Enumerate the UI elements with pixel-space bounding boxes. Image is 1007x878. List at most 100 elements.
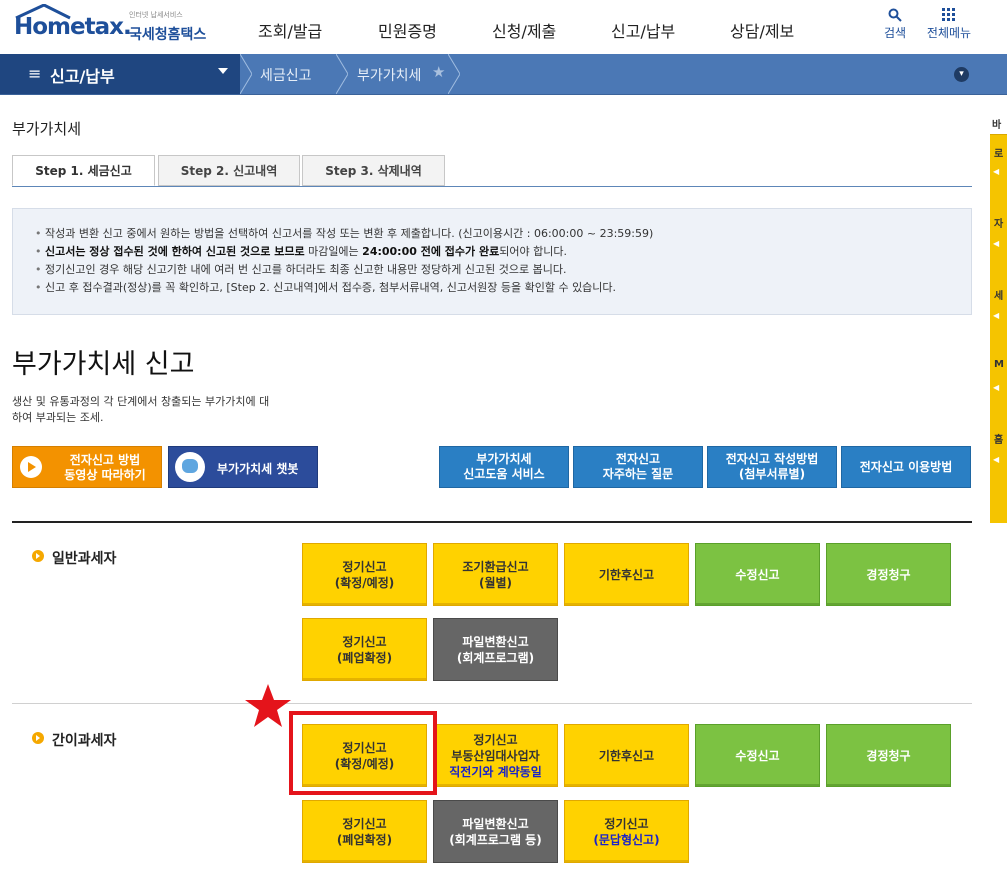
general-file-conversion-button[interactable]: 파일변환신고 (회계프로그램) <box>433 618 558 681</box>
tile-sublabel: 부동산임대사업자 <box>451 748 540 763</box>
tile-label: 정기신고 <box>342 559 387 574</box>
chevron-down-icon <box>218 68 228 74</box>
tile-label: 기한후신고 <box>598 748 655 763</box>
breadcrumb-separator-icon <box>336 54 348 94</box>
expand-icon[interactable]: ▾ <box>954 67 969 82</box>
notice-text: 되어야 합니다. <box>499 245 567 258</box>
breadcrumb-vat[interactable]: 부가가치세 <box>357 65 421 85</box>
video-guide-button[interactable]: 전자신고 방법 동영상 따라하기 <box>12 446 162 488</box>
how-to-write-line2: (첨부서류별) <box>738 467 806 481</box>
general-taxpayer-text: 일반과세자 <box>52 551 117 567</box>
tile-sublabel: (회계프로그램 등) <box>449 832 542 847</box>
logo-tagline: 인터넷 납세서비스 <box>129 11 183 19</box>
arrow-left-icon: ◀ <box>993 311 1000 320</box>
side-top-label: 바 <box>992 120 1002 131</box>
simple-correction-claim-button[interactable]: 경정청구 <box>826 724 951 787</box>
favorite-star-icon[interactable]: ★ <box>432 63 445 81</box>
general-taxpayer-label: 일반과세자 <box>32 548 182 568</box>
simple-amended-filing-button[interactable]: 수정신고 <box>695 724 820 787</box>
grid-icon <box>922 8 976 24</box>
section-description: 생산 및 유통과정의 각 단계에서 창출되는 부가가치에 대하여 부과되는 조세… <box>12 395 270 424</box>
notice-item: 작성과 변환 신고 중에서 원하는 방법을 선택하여 신고서를 작성 또는 변환… <box>35 225 653 243</box>
usage-guide-button[interactable]: 전자신고 이용방법 <box>841 446 971 488</box>
video-guide-line1: 전자신고 방법 <box>69 453 141 467</box>
tab-step2[interactable]: Step 2. 신고내역 <box>158 155 300 186</box>
side-panel: 로 ◀ 자 ◀ 세 ◀ M ◀ 홈 ◀ <box>990 134 1007 523</box>
filing-help-line1: 부가가치세 <box>476 452 532 466</box>
section-label: 신고/납부 <box>50 67 115 86</box>
bullet-arrow-icon <box>32 550 44 562</box>
side-quick-panel: 바 로 ◀ 자 ◀ 세 ◀ M ◀ 홈 ◀ <box>990 112 1007 523</box>
hometax-logo[interactable]: Hometax. 인터넷 납세서비스 국세청홈택스 <box>12 4 206 48</box>
arrow-left-icon: ◀ <box>993 167 1000 176</box>
tab-step1[interactable]: Step 1. 세금신고 <box>12 155 155 186</box>
page-title: 부가가치세 <box>12 120 82 138</box>
arrow-left-icon: ◀ <box>993 455 1000 464</box>
tile-label: 정기신고 <box>342 634 387 649</box>
general-early-refund-button[interactable]: 조기환급신고 (월별) <box>433 543 558 606</box>
faq-button[interactable]: 전자신고 자주하는 질문 <box>573 446 703 488</box>
tile-label: 파일변환신고 <box>462 816 529 831</box>
video-guide-line2: 동영상 따라하기 <box>64 468 146 482</box>
notice-box: 작성과 변환 신고 중에서 원하는 방법을 선택하여 신고서를 작성 또는 변환… <box>12 208 972 315</box>
tile-label: 기한후신고 <box>598 567 655 582</box>
section-heading: 부가가치세 신고 <box>12 349 195 380</box>
chatbot-button[interactable]: 부가가치세 챗봇 <box>168 446 318 488</box>
logo-subtitle: 국세청홈택스 <box>129 27 207 43</box>
highlight-box <box>289 711 437 795</box>
how-to-write-button[interactable]: 전자신고 작성방법 (첨부서류별) <box>707 446 837 488</box>
side-item-1[interactable]: 로 <box>994 145 1003 160</box>
tile-note: 직전기와 계약동일 <box>449 764 542 779</box>
general-late-filing-button[interactable]: 기한후신고 <box>564 543 689 606</box>
gnb-item-consult[interactable]: 상담/제보 <box>730 18 794 42</box>
notice-item: 신고 후 접수결과(정상)를 꼭 확인하고, [Step 2. 신고내역]에서 … <box>35 279 653 297</box>
search-label: 검색 <box>883 26 907 40</box>
gnb-item-inquiry[interactable]: 조회/발급 <box>258 18 322 42</box>
all-menu-button[interactable]: 전체메뉴 <box>922 8 976 41</box>
notice-item: 정기신고인 경우 해당 신고기한 내에 여러 번 신고를 하더라도 최종 신고한… <box>35 261 653 279</box>
tile-label: 정기신고 <box>473 732 518 747</box>
play-triangle-icon <box>28 462 36 472</box>
star-icon <box>245 684 291 727</box>
simple-taxpayer-text: 간이과세자 <box>52 733 117 749</box>
tile-label: 경정청구 <box>866 567 911 582</box>
side-item-2[interactable]: 자 <box>994 215 1003 230</box>
notice-strong: 신고서는 정상 접수된 것에 한하여 신고된 것으로 보므로 <box>45 245 305 258</box>
general-regular-filing-button[interactable]: 정기신고 (확정/예정) <box>302 543 427 606</box>
tile-label: 수정신고 <box>735 567 780 582</box>
filing-help-button[interactable]: 부가가치세 신고도움 서비스 <box>439 446 569 488</box>
simple-file-conversion-button[interactable]: 파일변환신고 (회계프로그램 등) <box>433 800 558 863</box>
tile-sublabel: (문답형신고) <box>593 832 660 847</box>
search-icon <box>875 8 915 24</box>
notice-item: 신고서는 정상 접수된 것에 한하여 신고된 것으로 보므로 마감일에는 24:… <box>35 243 653 261</box>
gnb-item-certificate[interactable]: 민원증명 <box>378 18 437 42</box>
tab-step3[interactable]: Step 3. 삭제내역 <box>302 155 445 186</box>
general-amended-filing-button[interactable]: 수정신고 <box>695 543 820 606</box>
tile-label: 경정청구 <box>866 748 911 763</box>
section-dropdown[interactable]: ≡ 신고/납부 <box>0 54 240 94</box>
simple-closure-filing-button[interactable]: 정기신고 (폐업확정) <box>302 800 427 863</box>
tile-label: 정기신고 <box>604 816 649 831</box>
gnb-item-application[interactable]: 신청/제출 <box>492 18 556 42</box>
simple-rental-filing-button[interactable]: 정기신고 부동산임대사업자 직전기와 계약동일 <box>433 724 558 787</box>
tile-sublabel: (회계프로그램) <box>456 650 535 665</box>
search-button[interactable]: 검색 <box>875 8 915 41</box>
chatbot-icon <box>175 452 205 482</box>
side-item-4[interactable]: M <box>994 359 1004 370</box>
breadcrumb-tax-filing[interactable]: 세금신고 <box>260 65 312 85</box>
simple-qa-filing-button[interactable]: 정기신고 (문답형신고) <box>564 800 689 863</box>
general-closure-filing-button[interactable]: 정기신고 (폐업확정) <box>302 618 427 681</box>
side-item-3[interactable]: 세 <box>994 287 1003 302</box>
arrow-left-icon: ◀ <box>993 239 1000 248</box>
general-correction-claim-button[interactable]: 경정청구 <box>826 543 951 606</box>
tile-sublabel: (폐업확정) <box>336 832 393 847</box>
side-item-5[interactable]: 홈 <box>994 431 1003 446</box>
gnb-item-filing[interactable]: 신고/납부 <box>611 18 675 42</box>
logo-text: Hometax. <box>14 14 132 40</box>
how-to-write-line1: 전자신고 작성방법 <box>725 452 819 466</box>
simple-late-filing-button[interactable]: 기한후신고 <box>564 724 689 787</box>
tile-label: 조기환급신고 <box>462 559 529 574</box>
simple-taxpayer-label: 간이과세자 <box>32 730 182 750</box>
tile-label: 수정신고 <box>735 748 780 763</box>
tile-label: 정기신고 <box>342 816 387 831</box>
